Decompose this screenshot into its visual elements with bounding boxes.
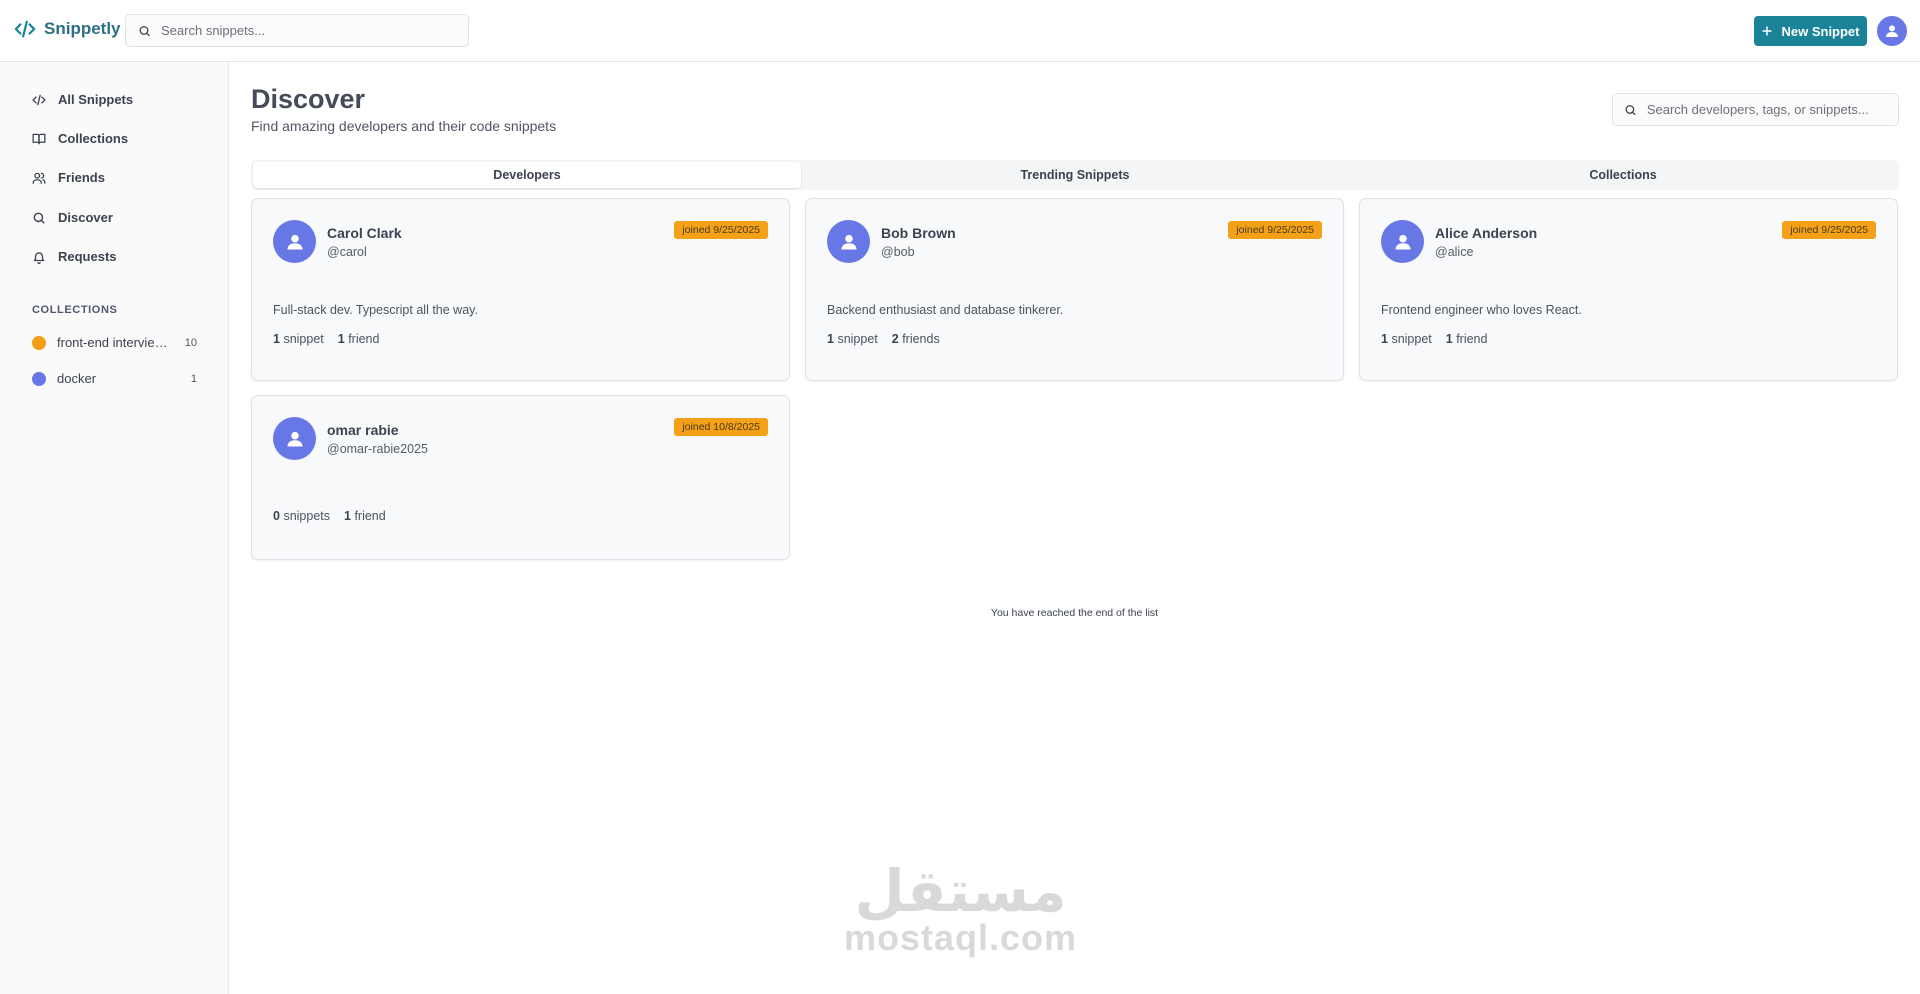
watermark-arabic: مستقل	[854, 857, 1067, 925]
page-title: Discover	[251, 84, 366, 114]
developer-card[interactable]: omar rabie @omar-rabie2025 joined 10/8/2…	[251, 395, 790, 560]
sidebar-item-label: Requests	[58, 249, 117, 264]
sidebar-item-discover[interactable]: Discover	[32, 210, 113, 225]
search-icon	[33, 212, 45, 224]
collection-name: docker	[57, 371, 97, 386]
developer-handle: @alice	[1435, 245, 1474, 259]
app-name: Snippetly	[44, 19, 121, 38]
friend-count: 2 friends	[891, 332, 940, 346]
code-icon	[32, 94, 46, 105]
tab-developers[interactable]: Developers	[253, 162, 801, 188]
sidebar-item-friends[interactable]: Friends	[32, 170, 105, 185]
developer-avatar	[827, 220, 870, 263]
developer-handle: @omar-rabie2025	[327, 442, 428, 456]
mostaql-watermark: مستقل mostaql.com	[843, 862, 1078, 956]
collection-count: 1	[190, 372, 197, 385]
collections-section-title: COLLECTIONS	[32, 304, 118, 316]
search-icon	[1625, 104, 1636, 115]
snippet-count: 1 snippet	[273, 332, 324, 346]
joined-badge: joined 10/8/2025	[674, 418, 768, 436]
code-logo-icon	[14, 20, 36, 38]
discover-tabs: Developers Trending Snippets Collections	[251, 160, 1899, 190]
joined-badge: joined 9/25/2025	[674, 221, 768, 239]
joined-badge: joined 9/25/2025	[1782, 221, 1876, 239]
user-icon	[287, 431, 302, 446]
developer-name: Alice Anderson	[1435, 225, 1538, 241]
book-icon	[32, 133, 46, 144]
user-avatar[interactable]	[1877, 16, 1907, 46]
end-of-list-container: You have reached the end of the list	[0, 607, 1920, 619]
bell-icon	[33, 251, 45, 264]
developer-card[interactable]: Bob Brown @bob joined 9/25/2025 Backend …	[805, 198, 1344, 381]
developer-stats: 1 snippet 1 friend	[1381, 332, 1487, 346]
sidebar-item-label: Discover	[58, 210, 113, 225]
developer-card[interactable]: Carol Clark @carol joined 9/25/2025 Full…	[251, 198, 790, 381]
developer-handle: @carol	[327, 245, 367, 259]
new-snippet-button[interactable]: New Snippet	[1754, 16, 1867, 46]
sidebar-item-label: All Snippets	[58, 92, 134, 107]
snippet-count: 0 snippets	[273, 509, 330, 523]
developer-avatar	[273, 417, 316, 460]
collection-color-dot	[32, 335, 46, 350]
friend-count: 1 friend	[337, 332, 380, 346]
sidebar-item-label: Friends	[58, 170, 105, 185]
snippet-search-box[interactable]	[125, 14, 469, 47]
developer-avatar	[273, 220, 316, 263]
sidebar: All Snippets Collections Friends Discove…	[0, 62, 229, 994]
developer-name: omar rabie	[327, 422, 399, 438]
developer-avatar	[1381, 220, 1424, 263]
top-header: Snippetly New Snippet	[0, 0, 1920, 62]
user-icon	[287, 234, 302, 249]
snippet-count: 1 snippet	[827, 332, 878, 346]
snippet-search-input[interactable]	[161, 23, 468, 38]
developer-handle: @bob	[881, 245, 915, 259]
snippet-count: 1 snippet	[1381, 332, 1432, 346]
developer-stats: 0 snippets 1 friend	[273, 509, 386, 523]
users-icon	[32, 172, 46, 184]
collection-name: front-end interview questions	[57, 335, 175, 350]
developer-bio: Full-stack dev. Typescript all the way.	[273, 303, 478, 317]
sidebar-collection-docker[interactable]: docker 1	[32, 371, 197, 386]
collection-count: 10	[184, 336, 197, 349]
friend-count: 1 friend	[1445, 332, 1488, 346]
collection-color-dot	[32, 371, 46, 386]
app-logo[interactable]: Snippetly	[14, 18, 121, 40]
plus-icon	[1762, 26, 1772, 36]
joined-badge: joined 9/25/2025	[1228, 221, 1322, 239]
developer-stats: 1 snippet 1 friend	[273, 332, 379, 346]
sidebar-collection-front-end-interview[interactable]: front-end interview questions 10	[32, 335, 197, 350]
tab-collections[interactable]: Collections	[1349, 162, 1897, 188]
developer-stats: 1 snippet 2 friends	[827, 332, 940, 346]
sidebar-item-label: Collections	[58, 131, 129, 146]
developer-bio: Backend enthusiast and database tinkerer…	[827, 303, 1064, 317]
discover-search-input[interactable]	[1646, 102, 1898, 117]
tab-trending-snippets[interactable]: Trending Snippets	[801, 162, 1349, 188]
discover-search-box[interactable]	[1612, 93, 1899, 126]
user-icon	[1395, 234, 1410, 249]
developer-name: Carol Clark	[327, 225, 402, 241]
watermark-latin: mostaql.com	[843, 917, 1078, 958]
new-snippet-label: New Snippet	[1781, 23, 1860, 39]
user-icon	[841, 234, 856, 249]
sidebar-item-all-snippets[interactable]: All Snippets	[32, 92, 133, 107]
friend-count: 1 friend	[344, 509, 386, 523]
developer-card[interactable]: Alice Anderson @alice joined 9/25/2025 F…	[1359, 198, 1898, 381]
page-subtitle: Find amazing developers and their code s…	[251, 118, 557, 134]
end-of-list-message: You have reached the end of the list	[990, 607, 1159, 619]
sidebar-item-requests[interactable]: Requests	[32, 249, 117, 264]
user-icon	[1886, 25, 1898, 37]
sidebar-item-collections[interactable]: Collections	[32, 131, 128, 146]
developer-bio: Frontend engineer who loves React.	[1381, 303, 1582, 317]
search-icon	[139, 25, 150, 36]
developer-name: Bob Brown	[881, 225, 956, 241]
